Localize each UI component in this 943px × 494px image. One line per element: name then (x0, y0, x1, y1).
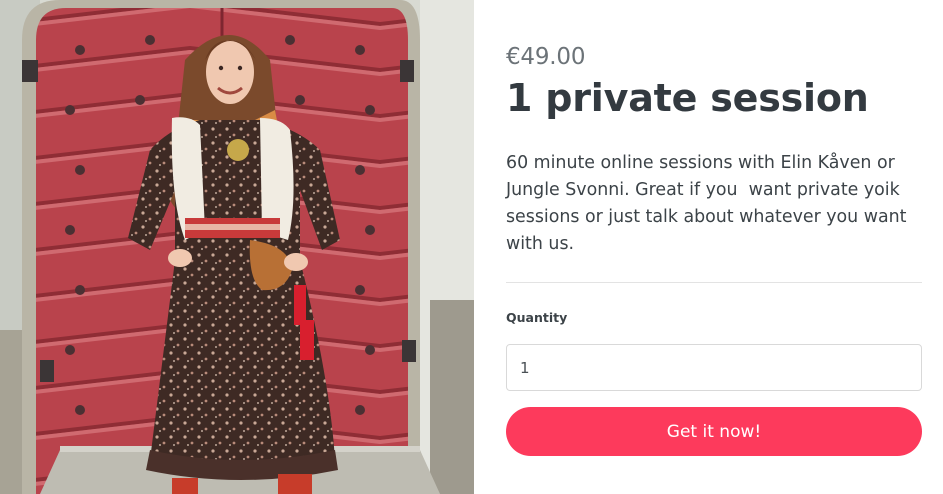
divider (506, 282, 922, 283)
get-it-now-button[interactable]: Get it now! (506, 407, 922, 456)
quantity-input[interactable] (506, 344, 922, 391)
product-price: €49.00 (506, 44, 586, 70)
product-page: €49.00 1 private session 60 minute onlin… (0, 0, 943, 494)
quantity-label: Quantity (506, 310, 568, 325)
product-photo (0, 0, 474, 494)
product-details: €49.00 1 private session 60 minute onlin… (506, 0, 922, 494)
product-description: 60 minute online sessions with Elin Kåve… (506, 153, 907, 254)
product-title: 1 private session (506, 76, 869, 120)
